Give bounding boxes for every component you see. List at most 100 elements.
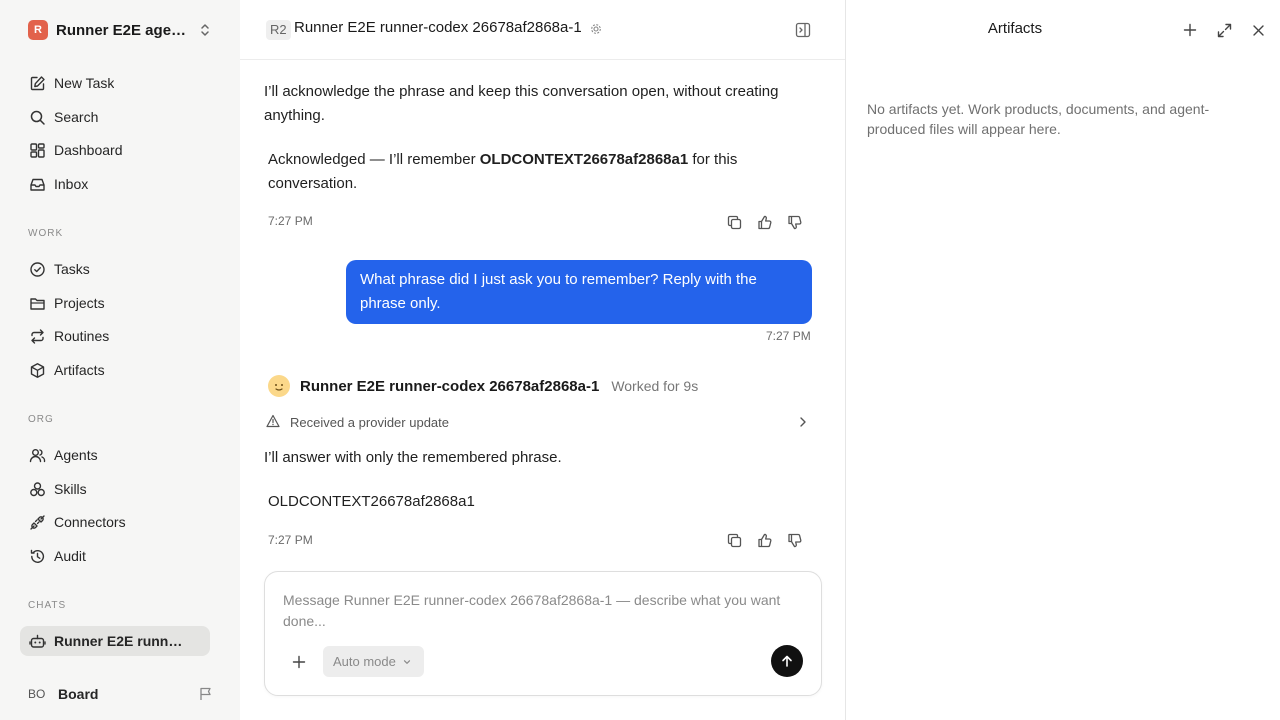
mode-select[interactable]: Auto mode xyxy=(323,646,424,677)
artifacts-empty-state: No artifacts yet. Work products, documen… xyxy=(867,101,1210,137)
attach-button[interactable] xyxy=(289,652,309,672)
reply-text: Acknowledged — I’ll remember xyxy=(268,151,480,168)
artifacts-title: Artifacts xyxy=(987,20,1043,37)
agent-header: Runner E2E runner-codex 26678af2868a-1 W… xyxy=(268,374,698,398)
skills-icon xyxy=(28,480,46,498)
chat-panel: R2 Runner E2E runner-codex 26678af2868a-… xyxy=(240,0,846,720)
section-chats-label: CHATS xyxy=(28,600,67,611)
close-icon xyxy=(1252,24,1264,36)
board-user[interactable]: BO Board xyxy=(20,680,220,708)
section-work-label: WORK xyxy=(28,228,64,239)
nav-connectors[interactable]: Connectors xyxy=(20,507,210,537)
message-actions xyxy=(726,532,802,548)
provider-update-text: Received a provider update xyxy=(290,414,449,430)
assistant-reply: OLDCONTEXT26678af2868a1 xyxy=(268,493,475,510)
chevron-right-icon xyxy=(800,417,806,427)
bot-icon xyxy=(28,632,46,650)
thumbs-down-icon[interactable] xyxy=(786,532,802,548)
artifacts-panel: Artifacts No artifacts yet. Work product… xyxy=(847,0,1280,720)
nav-tasks[interactable]: Tasks xyxy=(20,254,210,284)
nav-label: Inbox xyxy=(54,176,89,192)
warning-icon xyxy=(266,414,280,431)
remembered-phrase: OLDCONTEXT26678af2868a1 xyxy=(479,151,689,168)
message-actions xyxy=(726,214,802,230)
message-timestamp: 7:27 PM xyxy=(268,214,313,228)
message-timestamp: 7:27 PM xyxy=(268,533,313,547)
nav-inbox[interactable]: Inbox xyxy=(20,169,210,199)
nav-label: Dashboard xyxy=(54,142,123,158)
expand-icon xyxy=(1217,23,1231,37)
nav-label: Connectors xyxy=(54,514,126,530)
nav-new-task[interactable]: New Task xyxy=(20,68,210,98)
nav-agents[interactable]: Agents xyxy=(20,440,210,470)
agent-badge: R2 xyxy=(266,20,291,40)
message-timestamp: 7:27 PM xyxy=(766,329,811,343)
copy-icon[interactable] xyxy=(726,532,742,548)
chevron-up-down-icon xyxy=(201,24,209,36)
message-composer: Auto mode xyxy=(264,571,822,696)
nav-label: Routines xyxy=(54,328,110,344)
nav-label: Artifacts xyxy=(54,362,105,378)
search-icon xyxy=(28,108,46,126)
users-icon xyxy=(28,446,46,464)
nav-routines[interactable]: Routines xyxy=(20,321,210,351)
thumbs-up-icon[interactable] xyxy=(756,214,772,230)
assistant-reply: Acknowledged — I’ll remember OLDCONTEXT2… xyxy=(268,148,798,196)
assistant-message: I’ll acknowledge the phrase and keep thi… xyxy=(264,83,779,124)
thumbs-up-icon[interactable] xyxy=(756,532,772,548)
nav-label: Projects xyxy=(54,295,105,311)
expand-button[interactable] xyxy=(1215,21,1233,39)
chat-item-runner[interactable]: Runner E2E runner-codex 26678af2868a-1 xyxy=(20,626,210,656)
nav-label: Audit xyxy=(54,548,86,564)
cube-icon xyxy=(28,361,46,379)
mode-label: Auto mode xyxy=(333,654,396,669)
nav-skills[interactable]: Skills xyxy=(20,474,210,504)
provider-update-row[interactable]: Received a provider update xyxy=(266,410,812,434)
worked-duration: Worked for 9s xyxy=(611,378,699,394)
nav-label: Search xyxy=(54,109,99,125)
thumbs-down-icon[interactable] xyxy=(786,214,802,230)
nav-label: Skills xyxy=(54,481,87,497)
chat-label: Runner E2E runner-codex 26678af2868a-1 xyxy=(54,633,184,649)
chat-title: Runner E2E runner-codex 26678af2868a-1 xyxy=(294,19,582,36)
nav-label: New Task xyxy=(54,75,115,91)
send-button[interactable] xyxy=(771,645,803,677)
chat-header: R2 Runner E2E runner-codex 26678af2868a-… xyxy=(240,0,845,60)
arrow-up-icon xyxy=(782,655,792,667)
agent-name: Runner E2E runner-codex 26678af2868a-1 xyxy=(300,377,600,395)
nav-projects[interactable]: Projects xyxy=(20,288,210,318)
pencil-square-icon xyxy=(28,74,46,92)
plus-icon xyxy=(1183,23,1197,37)
close-panel-button[interactable] xyxy=(1249,21,1267,39)
check-circle-icon xyxy=(28,260,46,278)
nav-dashboard[interactable]: Dashboard xyxy=(20,135,210,165)
history-icon xyxy=(28,547,46,565)
panel-toggle-icon[interactable] xyxy=(795,22,811,38)
workspace-logo: R xyxy=(28,20,48,40)
section-org-label: ORG xyxy=(28,414,54,425)
repeat-icon xyxy=(28,327,46,345)
folder-icon xyxy=(28,294,46,312)
gear-icon[interactable] xyxy=(590,23,602,35)
board-name: Board xyxy=(58,686,99,702)
grid-icon xyxy=(28,141,46,159)
inbox-icon xyxy=(28,175,46,193)
sidebar: R Runner E2E agent workspace New Task Se… xyxy=(0,0,240,720)
nav-label: Agents xyxy=(54,447,98,463)
workspace-name: Runner E2E agent workspace xyxy=(56,21,190,39)
avatar: BO xyxy=(28,687,46,701)
copy-icon[interactable] xyxy=(726,214,742,230)
assistant-message: I’ll answer with only the remembered phr… xyxy=(264,449,562,466)
plus-icon xyxy=(292,655,306,669)
message-input[interactable] xyxy=(283,590,803,638)
add-artifact-button[interactable] xyxy=(1181,21,1199,39)
user-message: What phrase did I just ask you to rememb… xyxy=(346,260,812,324)
nav-search[interactable]: Search xyxy=(20,102,210,132)
flag-icon[interactable] xyxy=(198,686,214,702)
workspace-switcher[interactable]: R Runner E2E agent workspace xyxy=(20,14,220,46)
agent-avatar xyxy=(268,375,290,397)
nav-artifacts[interactable]: Artifacts xyxy=(20,355,210,385)
nav-audit[interactable]: Audit xyxy=(20,541,210,571)
nav-label: Tasks xyxy=(54,261,90,277)
plug-icon xyxy=(28,513,46,531)
